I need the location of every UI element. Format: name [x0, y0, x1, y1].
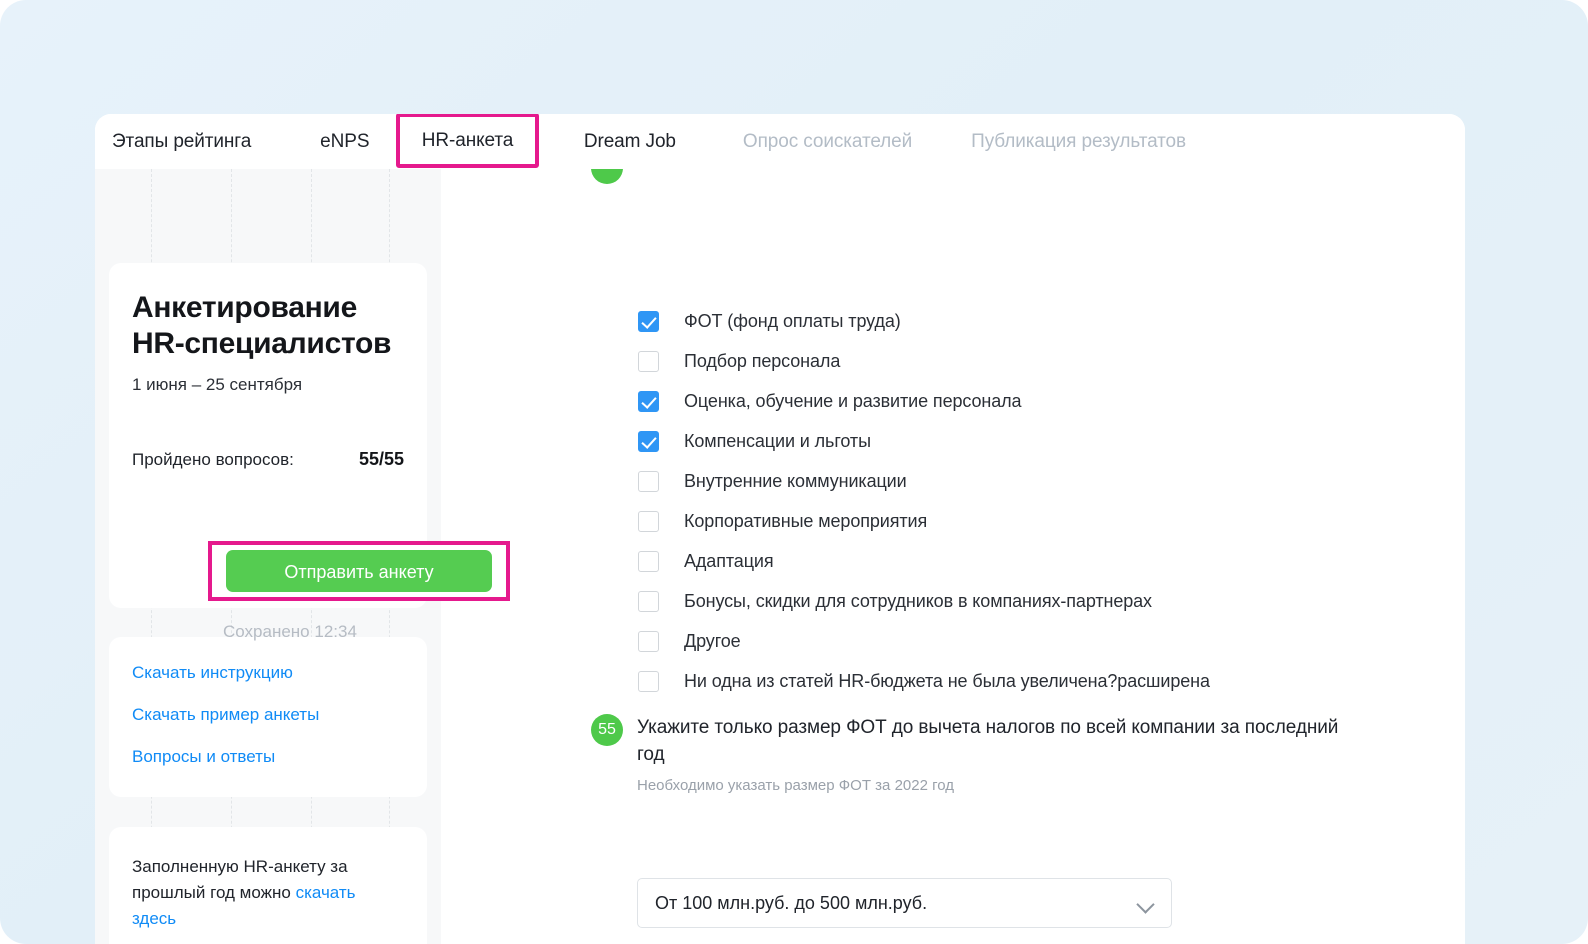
checkbox-label: Корпоративные мероприятия — [684, 510, 928, 531]
select-value: От 100 млн.руб. до 500 млн.руб. — [655, 892, 928, 913]
checkbox-icon[interactable] — [638, 470, 659, 492]
checkbox-row[interactable]: Бонусы, скидки для сотрудников в компани… — [638, 581, 1438, 621]
checkbox-label: Внутренние коммуникации — [684, 470, 907, 491]
checkbox-icon[interactable] — [638, 590, 659, 612]
progress-row: Пройдено вопросов: 55/55 — [132, 449, 404, 470]
checkbox-icon[interactable] — [638, 550, 659, 572]
checkbox-row[interactable]: Ни одна из статей HR-бюджета не была уве… — [638, 661, 1438, 701]
checkbox-icon[interactable] — [638, 630, 659, 652]
tab-enps[interactable]: eNPS — [320, 114, 369, 169]
checkbox-icon[interactable] — [638, 350, 659, 372]
note-text: Заполненную HR-анкету за прошлый год мож… — [132, 854, 404, 932]
checkbox-label: ФОТ (фонд оплаты труда) — [684, 310, 901, 331]
checkbox-row[interactable]: Адаптация — [638, 541, 1438, 581]
checkbox-label: Бонусы, скидки для сотрудников в компани… — [684, 590, 1152, 611]
progress-value: 55/55 — [358, 449, 404, 469]
checkbox-label: Подбор персонала — [684, 350, 841, 371]
checkbox-group: ФОТ (фонд оплаты труда) Подбор персонала… — [638, 301, 1438, 701]
survey-dates: 1 июня – 25 сентября — [132, 375, 303, 394]
submit-survey-highlight: Отправить анкету — [208, 541, 510, 601]
checkbox-row[interactable]: Компенсации и льготы — [638, 421, 1438, 461]
fot-range-select[interactable]: От 100 млн.руб. до 500 млн.руб. — [637, 878, 1172, 928]
checkbox-icon[interactable] — [638, 670, 659, 692]
tab-dream-job[interactable]: Dream Job — [584, 114, 676, 169]
progress-label: Пройдено вопросов: — [132, 450, 294, 469]
tab-opros-soiskateley[interactable]: Опрос соискателей — [743, 114, 912, 169]
checkbox-label: Другое — [684, 630, 741, 651]
question-text-wrap: Укажите только размер ФОТ до вычета нало… — [637, 714, 1351, 794]
tab-publikaciya-rezultatov[interactable]: Публикация результатов — [971, 114, 1186, 169]
app-card: Этапы рейтинга eNPS HR-анкета Dream Job … — [95, 114, 1465, 944]
checkbox-row[interactable]: Оценка, обучение и развитие персонала — [638, 381, 1438, 421]
saved-status: Сохранено 12:34 — [223, 622, 357, 641]
tab-bar: Этапы рейтинга eNPS HR-анкета Dream Job … — [95, 114, 1465, 169]
chevron-down-icon — [1138, 895, 1155, 912]
question-55: 55 Укажите только размер ФОТ до вычета н… — [591, 714, 1351, 794]
note-card: Заполненную HR-анкету за прошлый год мож… — [109, 827, 427, 944]
checkbox-label: Ни одна из статей HR-бюджета не была уве… — [684, 670, 1210, 691]
checkbox-row[interactable]: ФОТ (фонд оплаты труда) — [638, 301, 1438, 341]
link-faq[interactable]: Вопросы и ответы — [132, 747, 404, 767]
submit-survey-button[interactable]: Отправить анкету — [226, 550, 492, 592]
link-download-instruction[interactable]: Скачать инструкцию — [132, 663, 404, 683]
survey-title: Анкетирование HR-специалистов — [132, 291, 392, 360]
checkbox-row[interactable]: Подбор персонала — [638, 341, 1438, 381]
checkbox-row[interactable]: Другое — [638, 621, 1438, 661]
link-download-example[interactable]: Скачать пример анкеты — [132, 705, 404, 725]
links-card: Скачать инструкцию Скачать пример анкеты… — [109, 637, 427, 797]
tab-etapy-reytinga[interactable]: Этапы рейтинга — [112, 114, 251, 169]
checkbox-icon[interactable] — [638, 390, 659, 412]
checkbox-icon[interactable] — [638, 310, 659, 332]
checkbox-icon[interactable] — [638, 430, 659, 452]
main-content: ФОТ (фонд оплаты труда) Подбор персонала… — [441, 169, 1465, 944]
checkbox-label: Адаптация — [684, 550, 774, 571]
checkbox-label: Компенсации и льготы — [684, 430, 871, 451]
checkbox-row[interactable]: Внутренние коммуникации — [638, 461, 1438, 501]
question-hint: Необходимо указать размер ФОТ за 2022 го… — [637, 777, 955, 794]
checkbox-row[interactable]: Корпоративные мероприятия — [638, 501, 1438, 541]
question-badge-partial — [591, 169, 623, 184]
question-number-badge: 55 — [591, 714, 623, 746]
checkbox-icon[interactable] — [638, 510, 659, 532]
question-title: Укажите только размер ФОТ до вычета нало… — [637, 717, 1339, 765]
checkbox-label: Оценка, обучение и развитие персонала — [684, 390, 1022, 411]
page-background: Этапы рейтинга eNPS HR-анкета Dream Job … — [0, 0, 1588, 944]
